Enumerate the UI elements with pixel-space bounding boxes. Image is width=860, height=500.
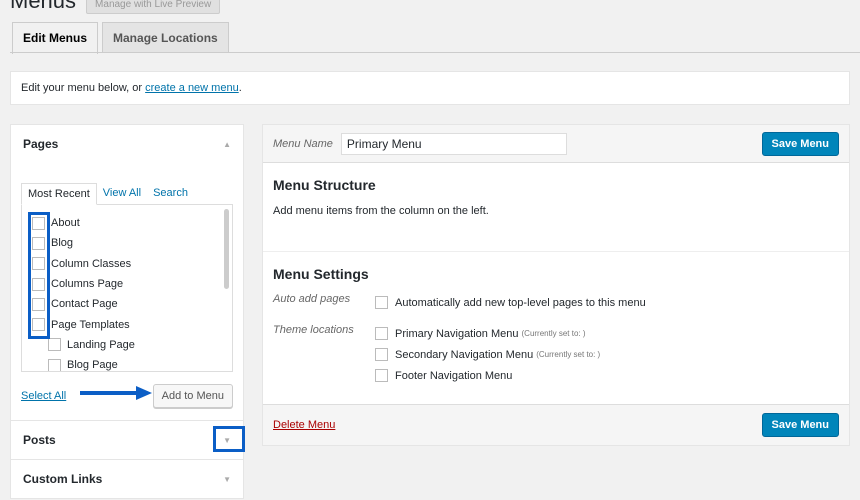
- location-option[interactable]: Primary Navigation Menu (Currently set to…: [375, 323, 600, 344]
- checkbox[interactable]: [48, 338, 61, 352]
- tab-search[interactable]: Search: [147, 183, 194, 205]
- arrow-right-icon: [80, 386, 152, 400]
- checkbox[interactable]: [375, 348, 388, 361]
- location-label: Secondary Navigation Menu: [395, 348, 534, 361]
- menu-structure-text: Add menu items from the column on the le…: [273, 205, 489, 217]
- auto-add-option[interactable]: Automatically add new top-level pages to…: [375, 292, 646, 313]
- menu-editor-footer: Delete Menu Save Menu: [263, 404, 849, 445]
- tabs-divider: [10, 52, 860, 53]
- menu-structure-heading: Menu Structure: [273, 177, 376, 193]
- tab-manage-locations[interactable]: Manage Locations: [102, 22, 229, 53]
- save-menu-button-bottom[interactable]: Save Menu: [761, 413, 839, 437]
- location-label: Primary Navigation Menu: [395, 327, 519, 340]
- list-item[interactable]: About: [32, 213, 232, 233]
- triangle-down-icon[interactable]: ▼: [223, 475, 231, 484]
- tab-view-all[interactable]: View All: [97, 183, 147, 205]
- page-title: Menus: [10, 0, 77, 13]
- menu-name-input[interactable]: Primary Menu: [340, 132, 567, 155]
- location-note: (Currently set to: ): [536, 350, 601, 359]
- checkbox[interactable]: [375, 369, 388, 382]
- list-item[interactable]: Page Templates: [32, 314, 232, 334]
- custom-links-panel-header[interactable]: Custom Links ▼: [11, 460, 243, 498]
- posts-panel: Posts ▼: [10, 420, 244, 460]
- posts-panel-title: Posts: [23, 433, 56, 447]
- custom-links-panel-title: Custom Links: [23, 472, 103, 486]
- checkbox-highlight-box: [28, 212, 50, 339]
- notice-suffix: .: [238, 82, 242, 94]
- nav-tabs: Edit Menus Manage Locations: [12, 22, 229, 54]
- list-item[interactable]: Columns Page: [32, 274, 232, 294]
- page-label: Landing Page: [67, 338, 135, 351]
- list-item[interactable]: Blog Page: [32, 355, 232, 372]
- delete-menu-link[interactable]: Delete Menu: [273, 419, 335, 431]
- menu-settings-heading: Menu Settings: [273, 266, 369, 282]
- theme-locations-label: Theme locations: [273, 324, 354, 336]
- notice-text: Edit your menu below, or: [21, 82, 143, 94]
- page-heading: Menus Manage with Live Preview: [10, 0, 221, 14]
- menu-editor: Menu Name Primary Menu Save Menu Menu St…: [262, 124, 850, 446]
- auto-add-label: Auto add pages: [273, 293, 351, 305]
- page-label: Column Classes: [51, 257, 132, 270]
- checkbox[interactable]: [375, 327, 388, 340]
- menu-editor-body: Menu Structure Add menu items from the c…: [263, 163, 849, 386]
- add-to-menu-button[interactable]: Add to Menu: [152, 384, 233, 408]
- page-label: Columns Page: [51, 278, 124, 291]
- theme-locations-options: Primary Navigation Menu (Currently set to…: [375, 323, 600, 386]
- checkbox[interactable]: [48, 358, 61, 371]
- tab-most-recent[interactable]: Most Recent: [21, 183, 97, 205]
- location-note: (Currently set to: ): [521, 329, 586, 338]
- list-item[interactable]: Column Classes: [32, 254, 232, 274]
- auto-add-row: Auto add pages Automatically add new top…: [273, 292, 839, 313]
- tab-edit-menus[interactable]: Edit Menus: [12, 22, 99, 54]
- auto-add-options: Automatically add new top-level pages to…: [375, 292, 646, 313]
- create-new-menu-link[interactable]: create a new menu: [145, 82, 239, 94]
- checkbox[interactable]: [375, 296, 388, 309]
- page-label: Contact Page: [51, 298, 118, 311]
- menu-notice: Edit your menu below, or create a new me…: [10, 71, 850, 105]
- list-item[interactable]: Landing Page: [32, 335, 232, 355]
- pages-sub-tabs: Most Recent View All Search: [21, 183, 233, 205]
- location-option[interactable]: Secondary Navigation Menu (Currently set …: [375, 344, 600, 365]
- save-menu-button[interactable]: Save Menu: [761, 131, 839, 156]
- list-item[interactable]: Contact Page: [32, 294, 232, 314]
- location-label: Footer Navigation Menu: [395, 369, 513, 382]
- section-divider: [263, 251, 849, 252]
- pages-panel-header[interactable]: Pages ▲: [11, 125, 243, 163]
- page-label: Blog: [51, 237, 74, 250]
- page-label: Page Templates: [51, 318, 130, 331]
- expand-highlight-box: [213, 426, 245, 452]
- page-label: About: [51, 217, 80, 230]
- select-all-link[interactable]: Select All: [21, 390, 66, 402]
- menu-name-label: Menu Name: [273, 137, 333, 150]
- pages-panel-title: Pages: [23, 137, 59, 151]
- auto-add-option-label: Automatically add new top-level pages to…: [395, 296, 646, 309]
- triangle-up-icon[interactable]: ▲: [223, 140, 231, 149]
- scrollbar-thumb[interactable]: [224, 209, 229, 289]
- posts-panel-header[interactable]: Posts ▼: [11, 421, 243, 459]
- theme-locations-row: Theme locations Primary Navigation Menu(…: [273, 323, 839, 386]
- list-item[interactable]: Blog: [32, 233, 232, 253]
- pages-checklist: About Blog Column Classes Columns Page C…: [21, 204, 233, 372]
- page-label: Blog Page: [67, 359, 118, 372]
- menu-editor-header: Menu Name Primary Menu Save Menu: [263, 125, 849, 163]
- custom-links-panel: Custom Links ▼: [10, 459, 244, 499]
- manage-live-preview-button[interactable]: Manage with Live Preview: [86, 0, 221, 14]
- location-option[interactable]: Footer Navigation Menu: [375, 365, 600, 386]
